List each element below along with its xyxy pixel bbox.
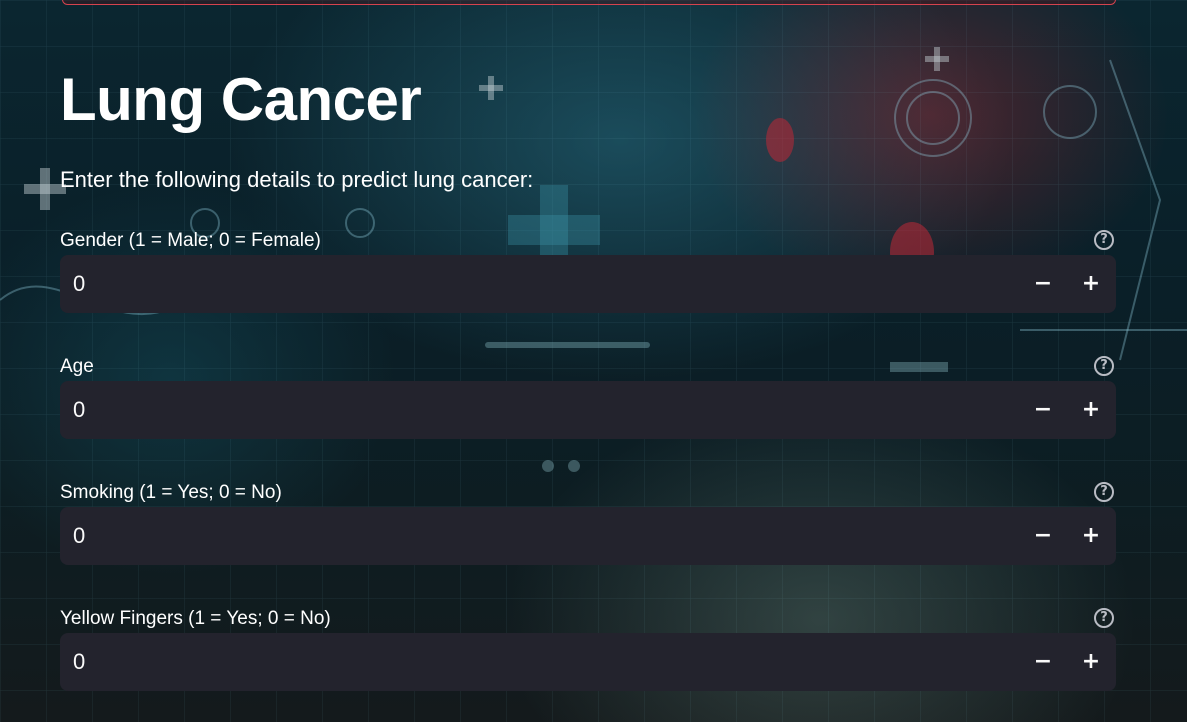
smoking-label: Smoking (1 = Yes; 0 = No)	[60, 482, 282, 503]
smoking-decrement-button[interactable]: −	[1023, 516, 1063, 556]
page-title: Lung Cancer	[60, 66, 422, 133]
smoking-increment-button[interactable]: +	[1071, 516, 1111, 556]
help-icon[interactable]: ?	[1094, 356, 1114, 376]
age-number-input[interactable]: 0 − +	[60, 381, 1116, 439]
yellow-fingers-decrement-button[interactable]: −	[1023, 642, 1063, 682]
yellow-fingers-number-input[interactable]: 0 − +	[60, 633, 1116, 691]
age-decrement-button[interactable]: −	[1023, 390, 1063, 430]
gender-label: Gender (1 = Male; 0 = Female)	[60, 230, 321, 251]
gender-number-input[interactable]: 0 − +	[60, 255, 1116, 313]
gender-increment-button[interactable]: +	[1071, 264, 1111, 304]
smoking-input-value[interactable]: 0	[73, 507, 85, 565]
page-subtitle: Enter the following details to predict l…	[60, 167, 534, 192]
age-label: Age	[60, 356, 94, 377]
gender-decrement-button[interactable]: −	[1023, 264, 1063, 304]
yellow-fingers-increment-button[interactable]: +	[1071, 642, 1111, 682]
age-input-value[interactable]: 0	[73, 381, 85, 439]
help-icon[interactable]: ?	[1094, 230, 1114, 250]
smoking-number-input[interactable]: 0 − +	[60, 507, 1116, 565]
top-alert-banner	[62, 0, 1116, 5]
gender-field: Gender (1 = Male; 0 = Female) ? 0 − +	[60, 229, 1116, 321]
yellow-fingers-label: Yellow Fingers (1 = Yes; 0 = No)	[60, 608, 331, 629]
gender-input-value[interactable]: 0	[73, 255, 85, 313]
age-increment-button[interactable]: +	[1071, 390, 1111, 430]
age-field: Age ? 0 − +	[60, 355, 1116, 447]
yellow-fingers-input-value[interactable]: 0	[73, 633, 85, 691]
help-icon[interactable]: ?	[1094, 482, 1114, 502]
help-icon[interactable]: ?	[1094, 608, 1114, 628]
smoking-field: Smoking (1 = Yes; 0 = No) ? 0 − +	[60, 481, 1116, 573]
yellow-fingers-field: Yellow Fingers (1 = Yes; 0 = No) ? 0 − +	[60, 607, 1116, 699]
